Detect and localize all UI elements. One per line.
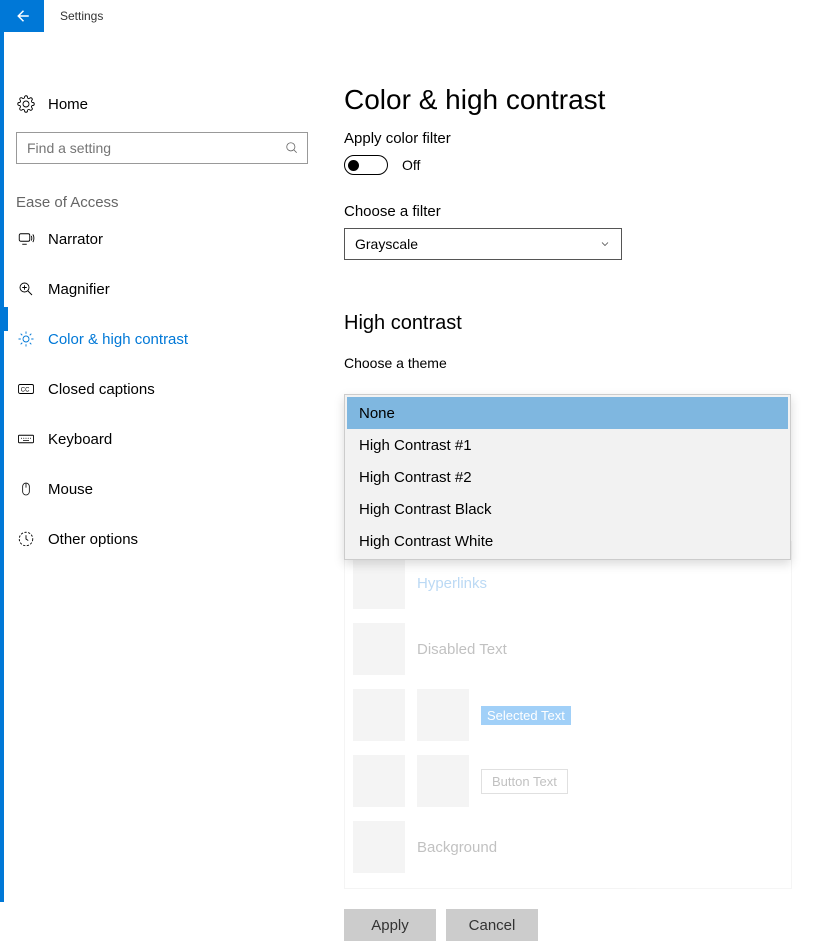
- choose-theme-label: Choose a theme: [344, 355, 800, 371]
- nav-item-label: Other options: [48, 531, 138, 548]
- magnifier-icon: [16, 280, 36, 298]
- filter-combobox[interactable]: Grayscale: [344, 228, 622, 260]
- theme-option-hc2[interactable]: High Contrast #2: [347, 461, 788, 493]
- preview-selected: Selected Text: [481, 706, 571, 725]
- gear-icon: [16, 95, 36, 113]
- color-swatch[interactable]: [417, 755, 469, 807]
- page-title: Color & high contrast: [344, 84, 800, 116]
- nav-item-label: Magnifier: [48, 281, 110, 298]
- cancel-button[interactable]: Cancel: [446, 909, 538, 941]
- high-contrast-section-title: High contrast: [344, 312, 800, 335]
- nav-keyboard[interactable]: Keyboard: [16, 419, 308, 459]
- color-swatch[interactable]: [353, 821, 405, 873]
- nav-mouse[interactable]: Mouse: [16, 469, 308, 509]
- nav-item-label: Keyboard: [48, 431, 112, 448]
- back-button[interactable]: [0, 0, 44, 32]
- nav-narrator[interactable]: Narrator: [16, 219, 308, 259]
- cc-icon: CC: [16, 380, 36, 398]
- svg-text:CC: CC: [21, 387, 30, 393]
- brightness-icon: [16, 330, 36, 348]
- main-content: Color & high contrast Apply color filter…: [344, 84, 800, 941]
- preview-button: Button Text: [481, 769, 568, 794]
- nav-magnifier[interactable]: Magnifier: [16, 269, 308, 309]
- app-title: Settings: [60, 9, 103, 23]
- nav-category: Ease of Access: [16, 194, 308, 211]
- theme-option-hc-white[interactable]: High Contrast White: [347, 525, 788, 557]
- apply-filter-label: Apply color filter: [344, 130, 800, 147]
- color-swatch[interactable]: [353, 557, 405, 609]
- keyboard-icon: [16, 430, 36, 448]
- preview-hyperlinks: Hyperlinks: [417, 575, 487, 592]
- theme-dropdown[interactable]: None High Contrast #1 High Contrast #2 H…: [344, 394, 791, 560]
- nav-item-label: Closed captions: [48, 381, 155, 398]
- color-swatch[interactable]: [417, 689, 469, 741]
- toggle-knob: [348, 160, 359, 171]
- mouse-icon: [16, 480, 36, 498]
- theme-preview-panel: Hyperlinks Disabled Text Selected Text B…: [344, 541, 792, 889]
- nav-closed-captions[interactable]: CC Closed captions: [16, 369, 308, 409]
- color-swatch[interactable]: [353, 689, 405, 741]
- color-swatch[interactable]: [353, 755, 405, 807]
- search-icon: [285, 141, 299, 155]
- color-filter-toggle[interactable]: [344, 155, 388, 175]
- search-box[interactable]: [16, 132, 308, 164]
- nav-item-label: Color & high contrast: [48, 331, 188, 348]
- theme-option-none[interactable]: None: [347, 397, 788, 429]
- color-swatch[interactable]: [353, 623, 405, 675]
- left-accent-bar: [0, 0, 4, 902]
- nav-home-label: Home: [48, 96, 88, 113]
- preview-background: Background: [417, 839, 497, 856]
- choose-filter-label: Choose a filter: [344, 203, 800, 220]
- nav-item-label: Mouse: [48, 481, 93, 498]
- nav-item-label: Narrator: [48, 231, 103, 248]
- search-input[interactable]: [25, 139, 265, 157]
- sidebar: Home Ease of Access Narrator Magnifier C…: [16, 84, 308, 559]
- toggle-state-label: Off: [402, 157, 420, 173]
- window-header: Settings: [0, 0, 103, 32]
- nav-other-options[interactable]: Other options: [16, 519, 308, 559]
- other-options-icon: [16, 530, 36, 548]
- narrator-icon: [16, 230, 36, 248]
- apply-button[interactable]: Apply: [344, 909, 436, 941]
- theme-option-hc1[interactable]: High Contrast #1: [347, 429, 788, 461]
- chevron-down-icon: [599, 238, 611, 250]
- nav-home[interactable]: Home: [16, 84, 308, 124]
- selection-indicator: [4, 307, 8, 331]
- preview-disabled: Disabled Text: [417, 641, 507, 658]
- theme-option-hc-black[interactable]: High Contrast Black: [347, 493, 788, 525]
- nav-color-high-contrast[interactable]: Color & high contrast: [16, 319, 308, 359]
- filter-value: Grayscale: [355, 236, 418, 252]
- back-arrow-icon: [13, 7, 31, 25]
